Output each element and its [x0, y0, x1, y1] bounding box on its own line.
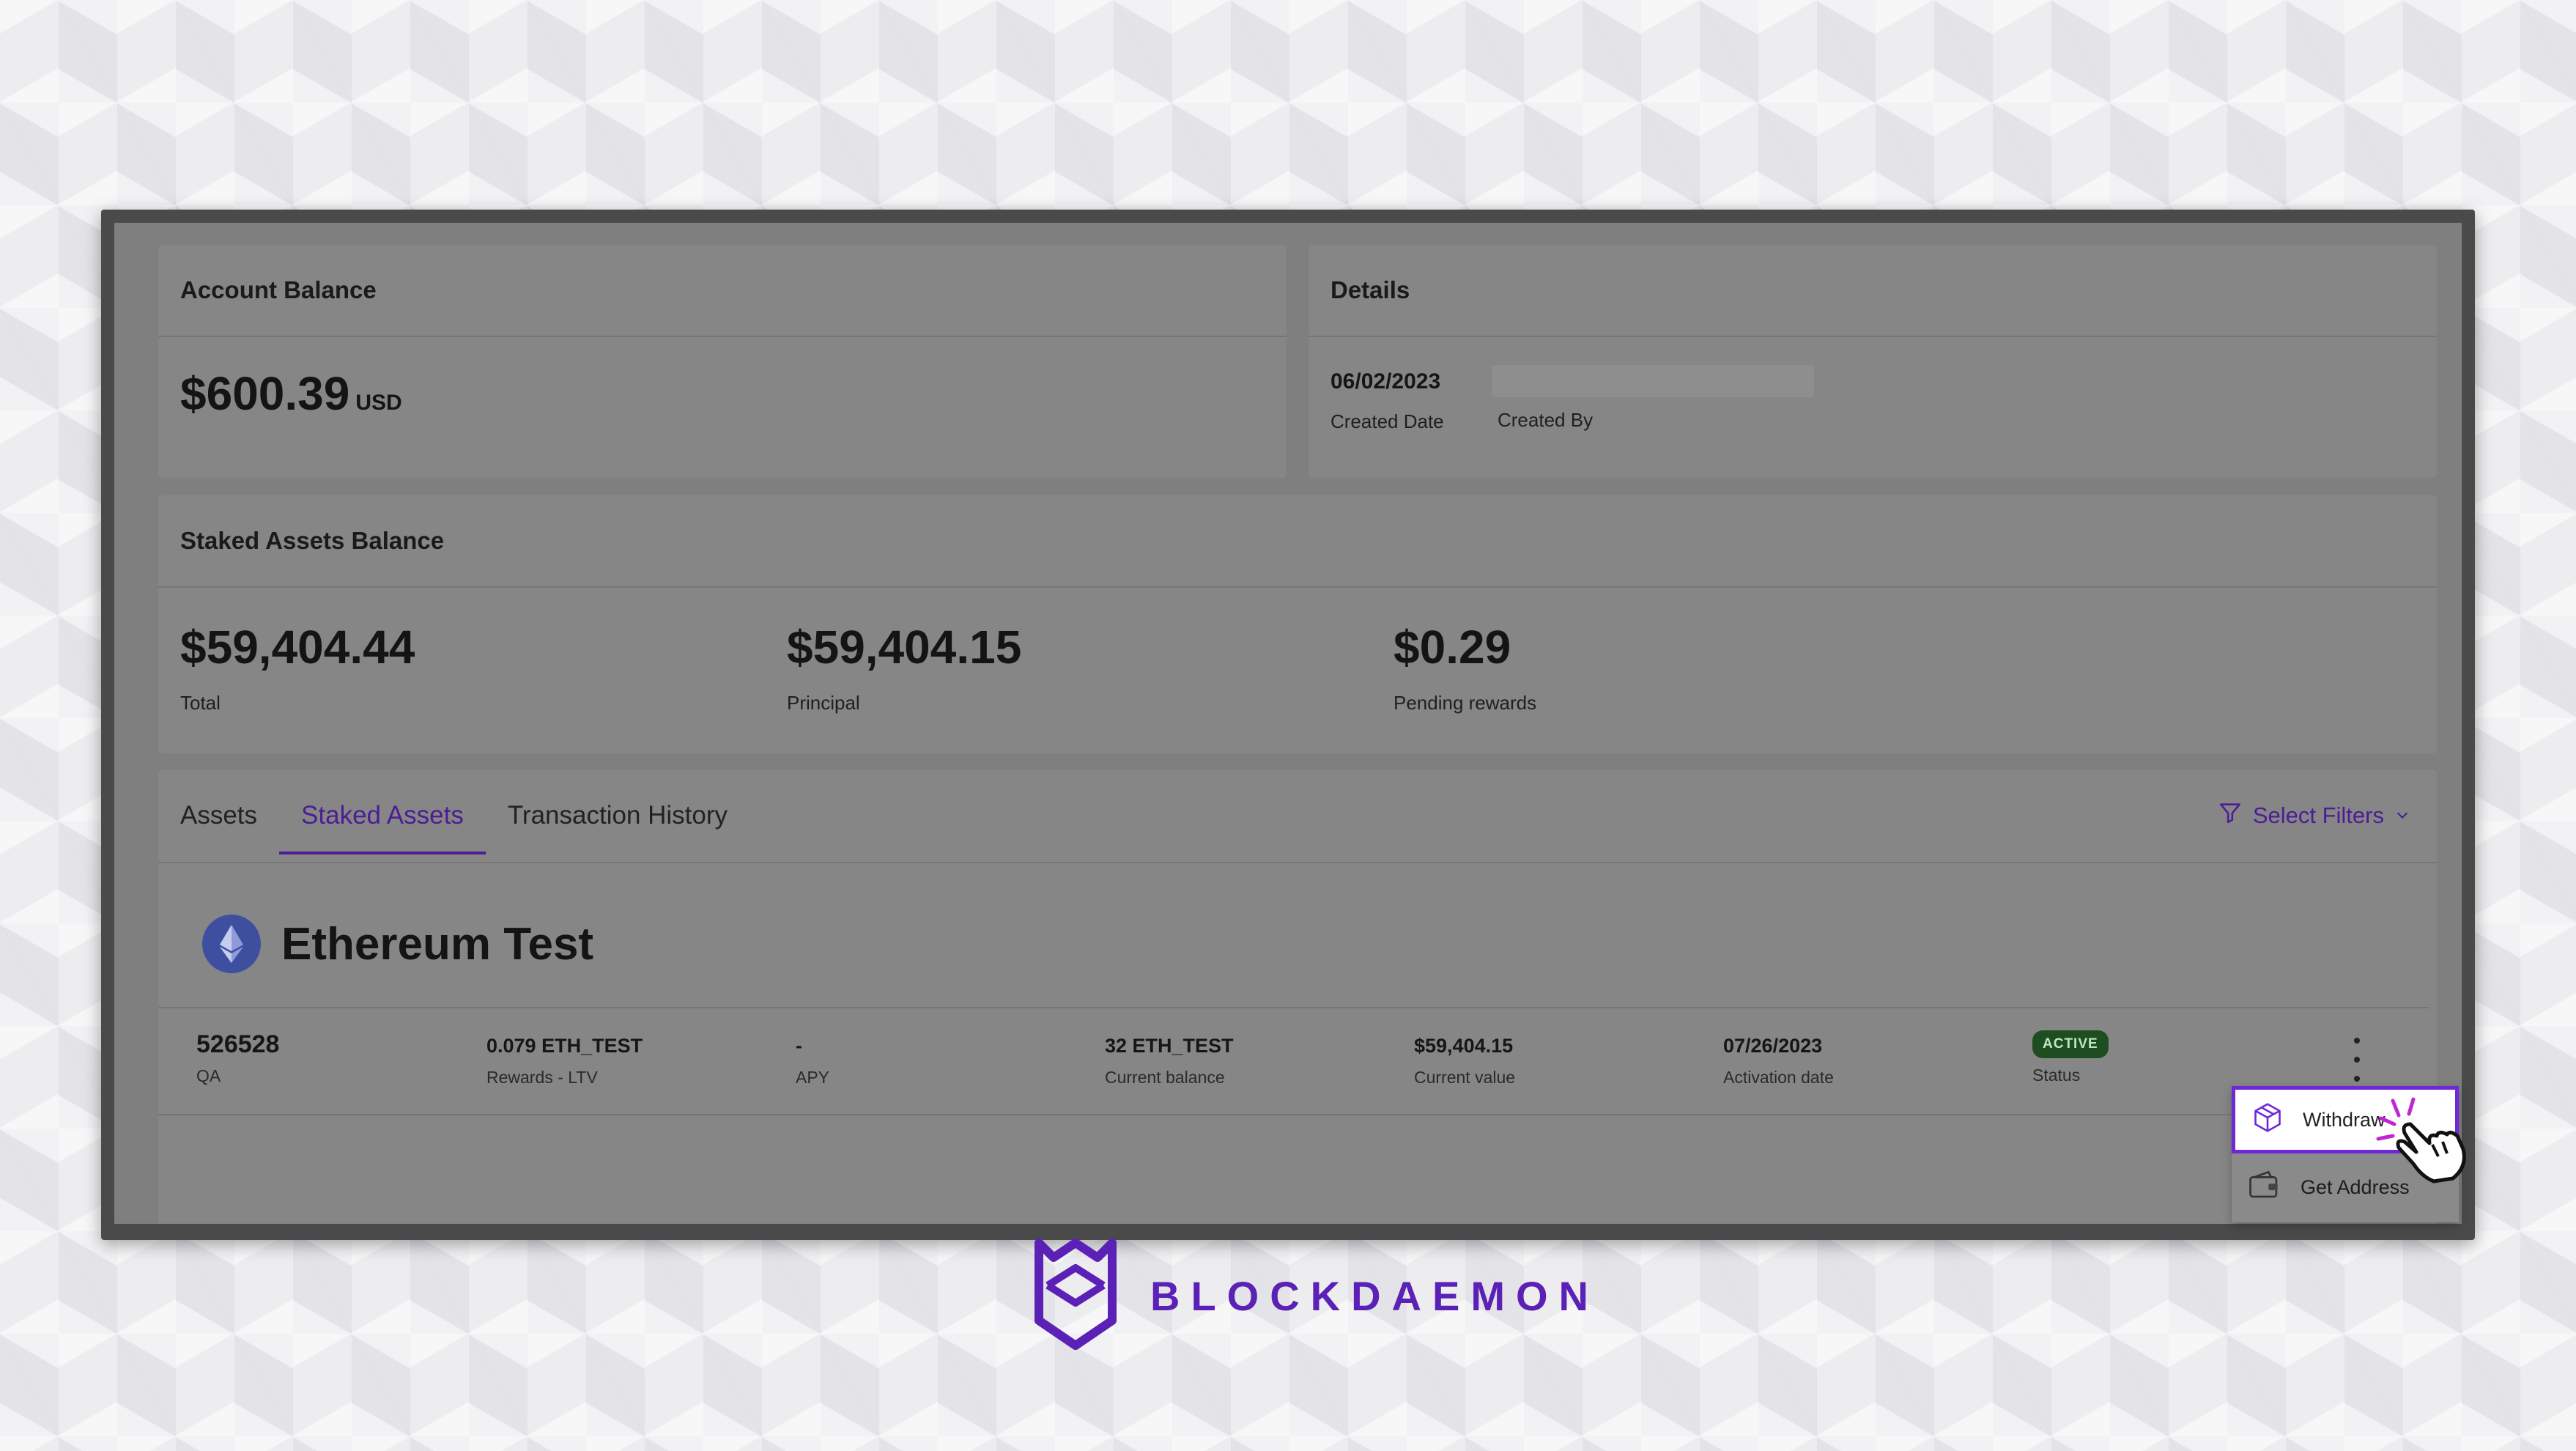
hand-cursor-icon — [2371, 1096, 2473, 1184]
balance-value: 32 ETH_TEST — [1105, 1035, 1234, 1057]
cell-value: $59,404.15 Current value — [1414, 1008, 1515, 1088]
created-date-value: 06/02/2023 — [1330, 369, 1441, 394]
created-by-label: Created By — [1498, 409, 1594, 431]
created-by-value-redacted — [1492, 365, 1814, 397]
brand-logo: BLOCKDAEMON — [1032, 1238, 1599, 1354]
account-balance-card: Account Balance $600.39 USD — [158, 245, 1287, 478]
status-badge: ACTIVE — [2032, 1030, 2109, 1058]
staked-balance-title: Staked Assets Balance — [158, 495, 2437, 588]
metric-pending-value: $0.29 — [1394, 621, 1511, 673]
row-id-value: 526528 — [196, 1030, 280, 1058]
asset-name: Ethereum Test — [281, 918, 594, 970]
tabs-divider — [158, 862, 2437, 863]
status-label: Status — [2032, 1066, 2081, 1085]
tab-assets[interactable]: Assets — [158, 769, 279, 862]
created-date-label: Created Date — [1330, 410, 1444, 432]
rewards-label: Rewards - LTV — [486, 1068, 598, 1087]
account-balance-amount: $600.39 — [180, 367, 350, 420]
table-row[interactable]: 526528 QA 0.079 ETH_TEST Rewards - LTV -… — [158, 1007, 2429, 1115]
balance-label: Current balance — [1105, 1068, 1225, 1087]
tab-bar: Assets Staked Assets Transaction History — [158, 769, 750, 862]
select-filters-button[interactable]: Select Filters — [2218, 800, 2410, 831]
details-title: Details — [1309, 245, 2437, 337]
row-id-label: QA — [196, 1066, 221, 1085]
cube-icon — [2251, 1101, 2284, 1139]
apy-label: APY — [796, 1068, 830, 1087]
cell-balance: 32 ETH_TEST Current balance — [1105, 1008, 1234, 1088]
metric-principal-value: $59,404.15 — [787, 621, 1022, 673]
staked-balance-card: Staked Assets Balance $59,404.44 Total $… — [158, 495, 2437, 753]
brand-name: BLOCKDAEMON — [1150, 1273, 1599, 1319]
metric-pending-rewards: $0.29 Pending rewards — [1394, 620, 1536, 715]
filter-icon — [2218, 800, 2243, 831]
asset-header: Ethereum Test — [202, 915, 593, 973]
details-card: Details 06/02/2023 Created Date Created … — [1309, 245, 2437, 478]
cell-activation: 07/26/2023 Activation date — [1723, 1008, 1834, 1088]
account-balance-title: Account Balance — [158, 245, 1287, 337]
blockdaemon-logo-icon — [1032, 1238, 1119, 1354]
more-actions-icon[interactable] — [2346, 1038, 2368, 1082]
metric-total-label: Total — [180, 692, 221, 714]
cell-apy: - APY — [796, 1008, 829, 1088]
account-balance-amount-wrap: $600.39 USD — [158, 337, 1287, 421]
ethereum-icon — [202, 915, 261, 973]
metric-principal-label: Principal — [787, 692, 860, 714]
current-value-label: Current value — [1414, 1068, 1516, 1087]
rewards-value: 0.079 ETH_TEST — [486, 1035, 643, 1057]
metric-principal: $59,404.15 Principal — [787, 620, 1021, 715]
metric-pending-label: Pending rewards — [1394, 692, 1537, 714]
chevron-down-icon — [2394, 802, 2410, 829]
activation-label: Activation date — [1723, 1068, 1834, 1087]
activation-value: 07/26/2023 — [1723, 1035, 1823, 1057]
apy-value: - — [796, 1035, 802, 1057]
app-window: Account Balance $600.39 USD Details 06/02… — [114, 223, 2462, 1224]
account-balance-currency: USD — [355, 391, 402, 415]
tab-staked-assets[interactable]: Staked Assets — [279, 769, 486, 862]
tab-transaction-history[interactable]: Transaction History — [486, 769, 750, 862]
wallet-icon — [2248, 1169, 2281, 1206]
created-date-block: 06/02/2023 Created Date — [1330, 369, 1444, 433]
cell-rewards: 0.079 ETH_TEST Rewards - LTV — [486, 1008, 643, 1088]
metric-total: $59,404.44 Total — [180, 620, 415, 715]
select-filters-label: Select Filters — [2252, 802, 2384, 828]
cell-id: 526528 QA — [196, 1008, 279, 1086]
current-value: $59,404.15 — [1414, 1035, 1514, 1057]
metric-total-value: $59,404.44 — [180, 621, 415, 673]
cell-status: ACTIVE Status — [2032, 1008, 2109, 1085]
